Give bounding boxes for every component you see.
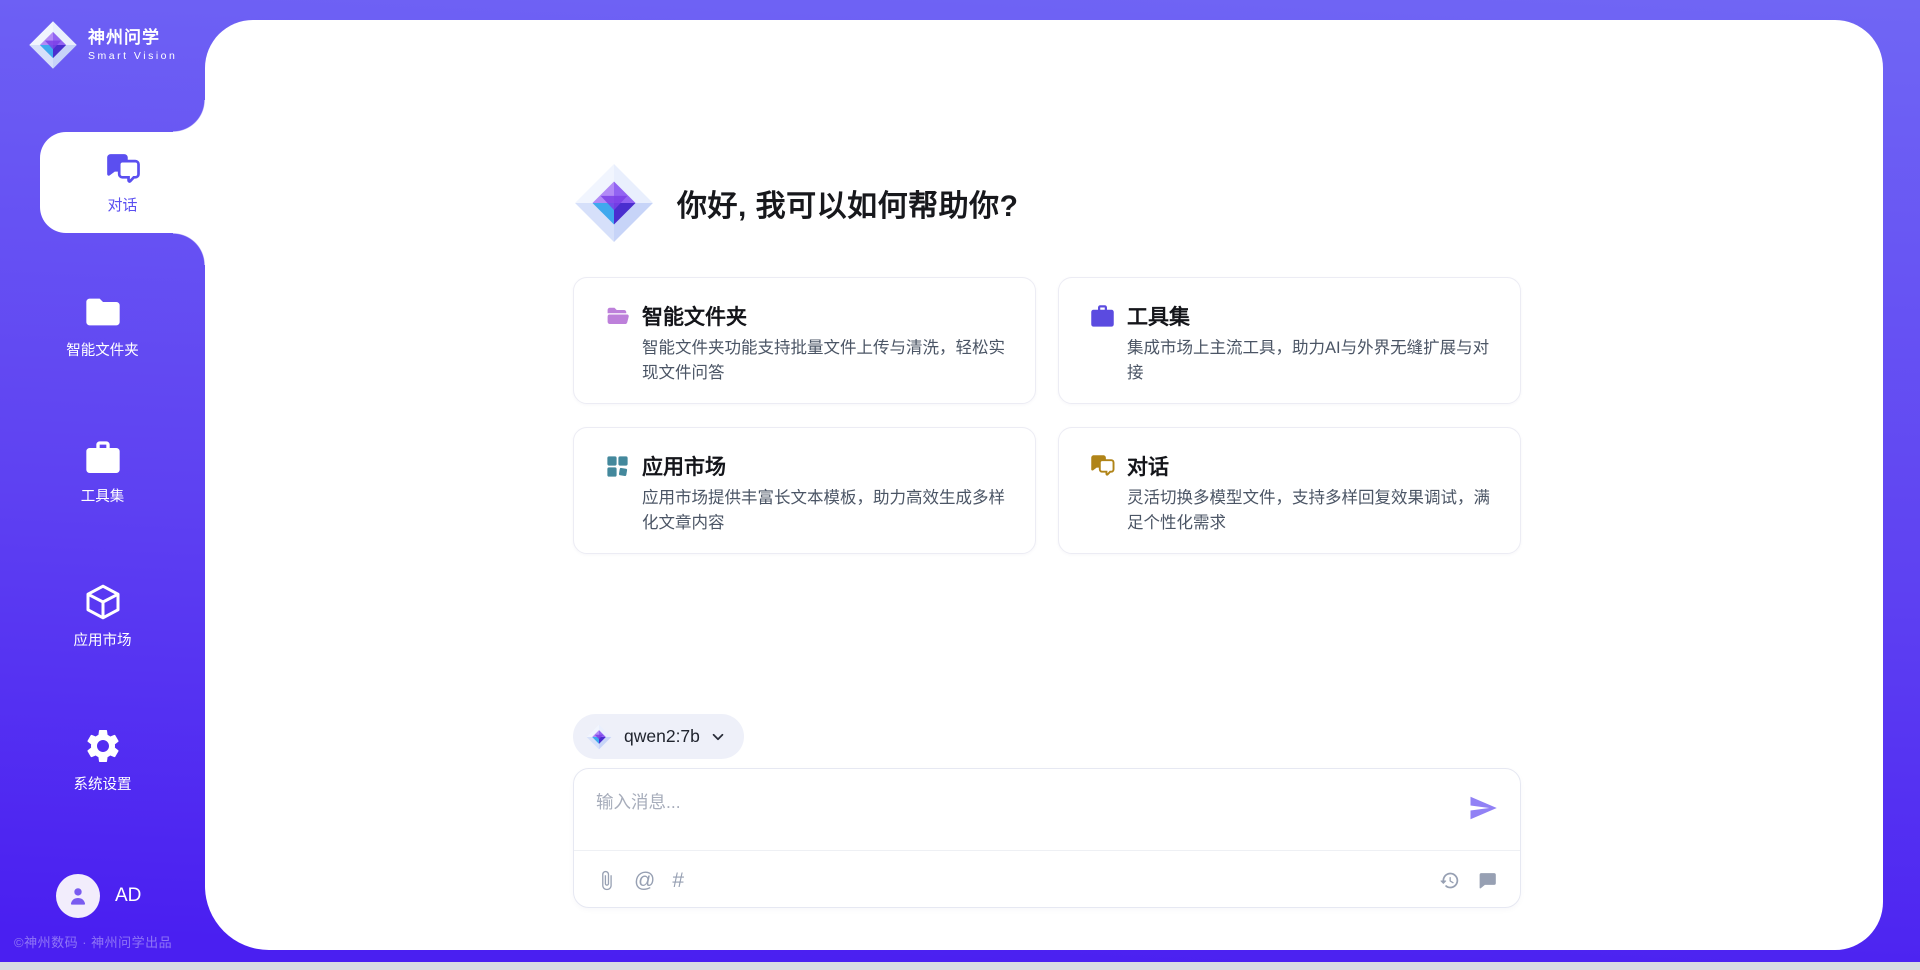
send-button[interactable]: [1468, 793, 1498, 823]
brand-text: 神州问学 Smart Vision: [88, 28, 177, 62]
gear-icon: [83, 726, 123, 766]
sidebar-item-label: 对话: [107, 194, 137, 215]
card-description: 集成市场上主流工具，助力AI与外界无缝扩展与对接: [1127, 336, 1492, 386]
sidebar-item-toolset[interactable]: 工具集: [0, 438, 205, 506]
sidebar-item-label: 工具集: [0, 485, 205, 506]
active-tab-bottom-curve: [173, 233, 205, 265]
paperclip-icon: [596, 870, 617, 891]
user-account[interactable]: AD: [56, 874, 141, 918]
mention-button[interactable]: @: [634, 870, 655, 891]
composer-divider: [574, 850, 1520, 851]
brand-logo: 神州问学 Smart Vision: [28, 20, 177, 70]
chat-bubbles-icon: [1089, 453, 1116, 480]
toolbar-right: [1439, 870, 1498, 891]
message-input[interactable]: [580, 775, 1450, 843]
app-grid-icon: [604, 453, 631, 480]
window-bottom-edge: [0, 962, 1920, 970]
sidebar-item-app-market[interactable]: 应用市场: [0, 582, 205, 650]
sidebar-item-chat[interactable]: 对话: [40, 132, 205, 233]
card-title: 工具集: [1127, 301, 1190, 331]
send-icon: [1468, 793, 1498, 823]
card-chat[interactable]: 对话 灵活切换多模型文件，支持多样回复效果调试，满足个性化需求: [1058, 427, 1521, 554]
sidebar-item-smart-folder[interactable]: 智能文件夹: [0, 292, 205, 360]
hashtag-button[interactable]: #: [672, 870, 684, 891]
card-title: 智能文件夹: [642, 301, 747, 331]
card-smart-folder[interactable]: 智能文件夹 智能文件夹功能支持批量文件上传与清洗，轻松实现文件问答: [573, 277, 1036, 404]
greeting: 你好, 我可以如何帮助你?: [573, 162, 1019, 244]
card-title: 对话: [1127, 451, 1169, 481]
diamond-logo-icon: [586, 724, 612, 750]
chat-bubbles-icon: [104, 151, 142, 189]
diamond-logo-icon: [573, 162, 655, 244]
toolbox-icon: [83, 438, 123, 478]
folder-open-icon: [604, 303, 631, 330]
message-composer: @ #: [573, 768, 1521, 908]
feedback-button[interactable]: [1477, 870, 1498, 891]
sidebar-item-label: 系统设置: [0, 773, 205, 794]
card-title: 应用市场: [642, 451, 726, 481]
brand-subtitle: Smart Vision: [88, 50, 177, 62]
sidebar-item-label: 应用市场: [0, 629, 205, 650]
composer-toolbar: @ #: [596, 861, 1498, 899]
active-tab-top-curve: [173, 100, 205, 132]
diamond-logo-icon: [28, 20, 78, 70]
feature-cards: 智能文件夹 智能文件夹功能支持批量文件上传与清洗，轻松实现文件问答 工具集 集成…: [573, 277, 1521, 554]
greeting-title: 你好, 我可以如何帮助你?: [677, 181, 1019, 225]
card-description: 灵活切换多模型文件，支持多样回复效果调试，满足个性化需求: [1127, 486, 1492, 536]
attach-file-button[interactable]: [596, 870, 617, 891]
main-content: 你好, 我可以如何帮助你? 智能文件夹 智能文件夹功能支持批量文件上传与清洗，轻…: [205, 20, 1883, 950]
folder-icon: [83, 292, 123, 332]
brand-name: 神州问学: [88, 28, 177, 48]
card-description: 应用市场提供丰富长文本模板，助力高效生成多样化文章内容: [642, 486, 1007, 536]
person-icon: [65, 883, 91, 909]
card-toolset[interactable]: 工具集 集成市场上主流工具，助力AI与外界无缝扩展与对接: [1058, 277, 1521, 404]
card-description: 智能文件夹功能支持批量文件上传与清洗，轻松实现文件问答: [642, 336, 1007, 386]
avatar: [56, 874, 100, 918]
sidebar-item-label: 智能文件夹: [0, 339, 205, 360]
cube-icon: [83, 582, 123, 622]
toolbar-left: @ #: [596, 870, 684, 891]
copyright-footer: ©神州数码 · 神州问学出品: [14, 932, 172, 951]
sidebar: 神州问学 Smart Vision 对话 智能文件夹 工具集: [0, 0, 205, 962]
model-selector[interactable]: qwen2:7b: [573, 714, 744, 759]
sidebar-item-settings[interactable]: 系统设置: [0, 726, 205, 794]
history-icon: [1439, 870, 1460, 891]
chat-bubble-icon: [1477, 870, 1498, 891]
toolbox-icon: [1089, 303, 1116, 330]
card-app-market[interactable]: 应用市场 应用市场提供丰富长文本模板，助力高效生成多样化文章内容: [573, 427, 1036, 554]
chevron-down-icon: [710, 729, 726, 745]
history-button[interactable]: [1439, 870, 1460, 891]
user-initials: AD: [115, 885, 141, 907]
model-name: qwen2:7b: [624, 726, 700, 747]
